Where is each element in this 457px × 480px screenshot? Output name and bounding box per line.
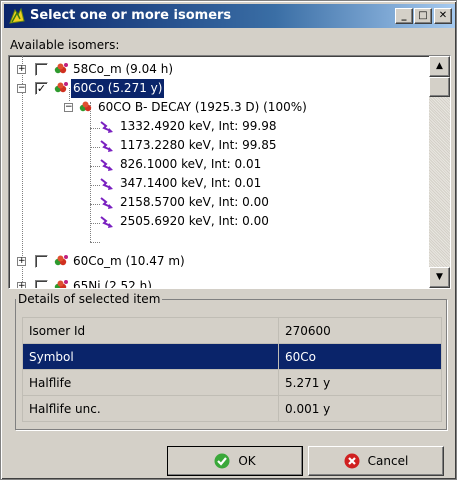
nucleus-icon (54, 63, 68, 74)
tree-item[interactable]: + 58Co_m (9.04 h) (9, 60, 429, 79)
gamma-ray-icon (100, 197, 113, 209)
tree-item[interactable]: 826.1000 keV, Int: 0.01 (9, 155, 429, 174)
isomer-checkbox[interactable]: ✓ (35, 82, 48, 95)
details-row[interactable]: Symbol 60Co (22, 343, 442, 370)
gamma-ray-icon (100, 121, 113, 133)
gamma-ray-icon (100, 159, 113, 171)
tree-item-label: 2158.5700 keV, Int: 0.00 (120, 195, 269, 209)
gamma-ray-icon (100, 140, 113, 152)
isomer-checkbox[interactable] (35, 63, 48, 76)
ok-button-label: OK (238, 454, 256, 468)
cancel-button[interactable]: Cancel (308, 446, 444, 476)
details-value: 5.271 y (278, 369, 442, 396)
scroll-thumb[interactable] (429, 77, 450, 97)
tree-item[interactable]: 1173.2280 keV, Int: 99.85 (9, 136, 429, 155)
details-value: 270600 (278, 317, 442, 344)
tree-item-label: 1332.4920 keV, Int: 99.98 (120, 119, 277, 133)
title-bar[interactable]: Select one or more isomers _ □ ✕ (4, 4, 455, 28)
details-value: 0.001 y (278, 395, 442, 422)
tree-item[interactable]: − 60CO B- DECAY (1925.3 D) (100%) (9, 98, 429, 117)
app-leaf-icon (9, 7, 25, 24)
tree-item[interactable]: 2158.5700 keV, Int: 0.00 (9, 193, 429, 212)
tree-item-label: 1173.2280 keV, Int: 99.85 (120, 138, 277, 152)
tree-item[interactable]: + 60Co_m (10.47 m) (9, 252, 429, 271)
tree-item-label: 65Ni (2.52 h) (73, 279, 152, 288)
tree-item-label: 60Co_m (10.47 m) (73, 254, 185, 268)
expand-toggle[interactable]: + (17, 65, 26, 74)
details-key: Isomer Id (22, 317, 279, 344)
details-group-label: Details of selected item (16, 292, 163, 306)
gamma-ray-icon (100, 178, 113, 190)
tree-guide-line (90, 242, 100, 243)
ok-button[interactable]: OK (167, 446, 303, 476)
isomer-checkbox[interactable] (35, 255, 48, 268)
tree-item-label: 58Co_m (9.04 h) (73, 62, 173, 76)
tree-item[interactable]: − ✓ 60Co (5.271 y) (9, 78, 429, 99)
scroll-down-button[interactable]: ▼ (429, 267, 450, 288)
tree-item-label: 60CO B- DECAY (1925.3 D) (100%) (98, 100, 307, 114)
minimize-button[interactable]: _ (395, 8, 413, 24)
available-isomers-label: Available isomers: (10, 38, 120, 52)
close-button[interactable]: ✕ (434, 8, 452, 24)
collapse-toggle[interactable]: − (64, 103, 73, 112)
isomer-tree[interactable]: + 58Co_m (9.04 h) − ✓ 60Co (5.271 y) − 6… (8, 55, 451, 289)
collapse-toggle[interactable]: − (17, 84, 26, 93)
details-row[interactable]: Isomer Id 270600 (22, 317, 442, 344)
scroll-up-button[interactable]: ▲ (429, 56, 450, 77)
decay-icon (79, 101, 92, 112)
cancel-button-label: Cancel (367, 454, 409, 468)
nucleus-icon (54, 82, 68, 93)
tree-item[interactable]: 347.1400 keV, Int: 0.01 (9, 174, 429, 193)
tree-item[interactable]: 1332.4920 keV, Int: 99.98 (9, 117, 429, 136)
expand-toggle[interactable]: + (17, 282, 26, 288)
isomer-select-dialog: Select one or more isomers _ □ ✕ Availab… (0, 0, 457, 480)
nucleus-icon (54, 255, 68, 266)
tree-item-label: 2505.6920 keV, Int: 0.00 (120, 214, 269, 228)
gamma-ray-icon (100, 216, 113, 228)
expand-toggle[interactable]: + (17, 257, 26, 266)
tree-item[interactable]: 2505.6920 keV, Int: 0.00 (9, 212, 429, 231)
isomer-checkbox[interactable] (35, 280, 48, 288)
details-table: Isomer Id 270600 Symbol 60Co Halflife 5.… (22, 317, 442, 422)
details-key: Halflife unc. (22, 395, 279, 422)
details-row[interactable]: Halflife unc. 0.001 y (22, 395, 442, 422)
tree-scrollbar[interactable]: ▲ ▼ (429, 56, 450, 288)
details-row[interactable]: Halflife 5.271 y (22, 369, 442, 396)
details-key: Symbol (22, 343, 279, 370)
maximize-button[interactable]: □ (414, 8, 432, 24)
window-title: Select one or more isomers (30, 8, 232, 23)
cancel-circle-icon (344, 453, 360, 468)
tree-item-label: 826.1000 keV, Int: 0.01 (120, 157, 262, 171)
check-circle-icon (214, 453, 230, 468)
tree-item[interactable]: + 65Ni (2.52 h) (9, 277, 429, 288)
details-key: Halflife (22, 369, 279, 396)
tree-item-label: 60Co (5.271 y) (69, 78, 166, 99)
nucleus-icon (54, 280, 68, 288)
details-value: 60Co (278, 343, 442, 370)
tree-item-label: 347.1400 keV, Int: 0.01 (120, 176, 262, 190)
